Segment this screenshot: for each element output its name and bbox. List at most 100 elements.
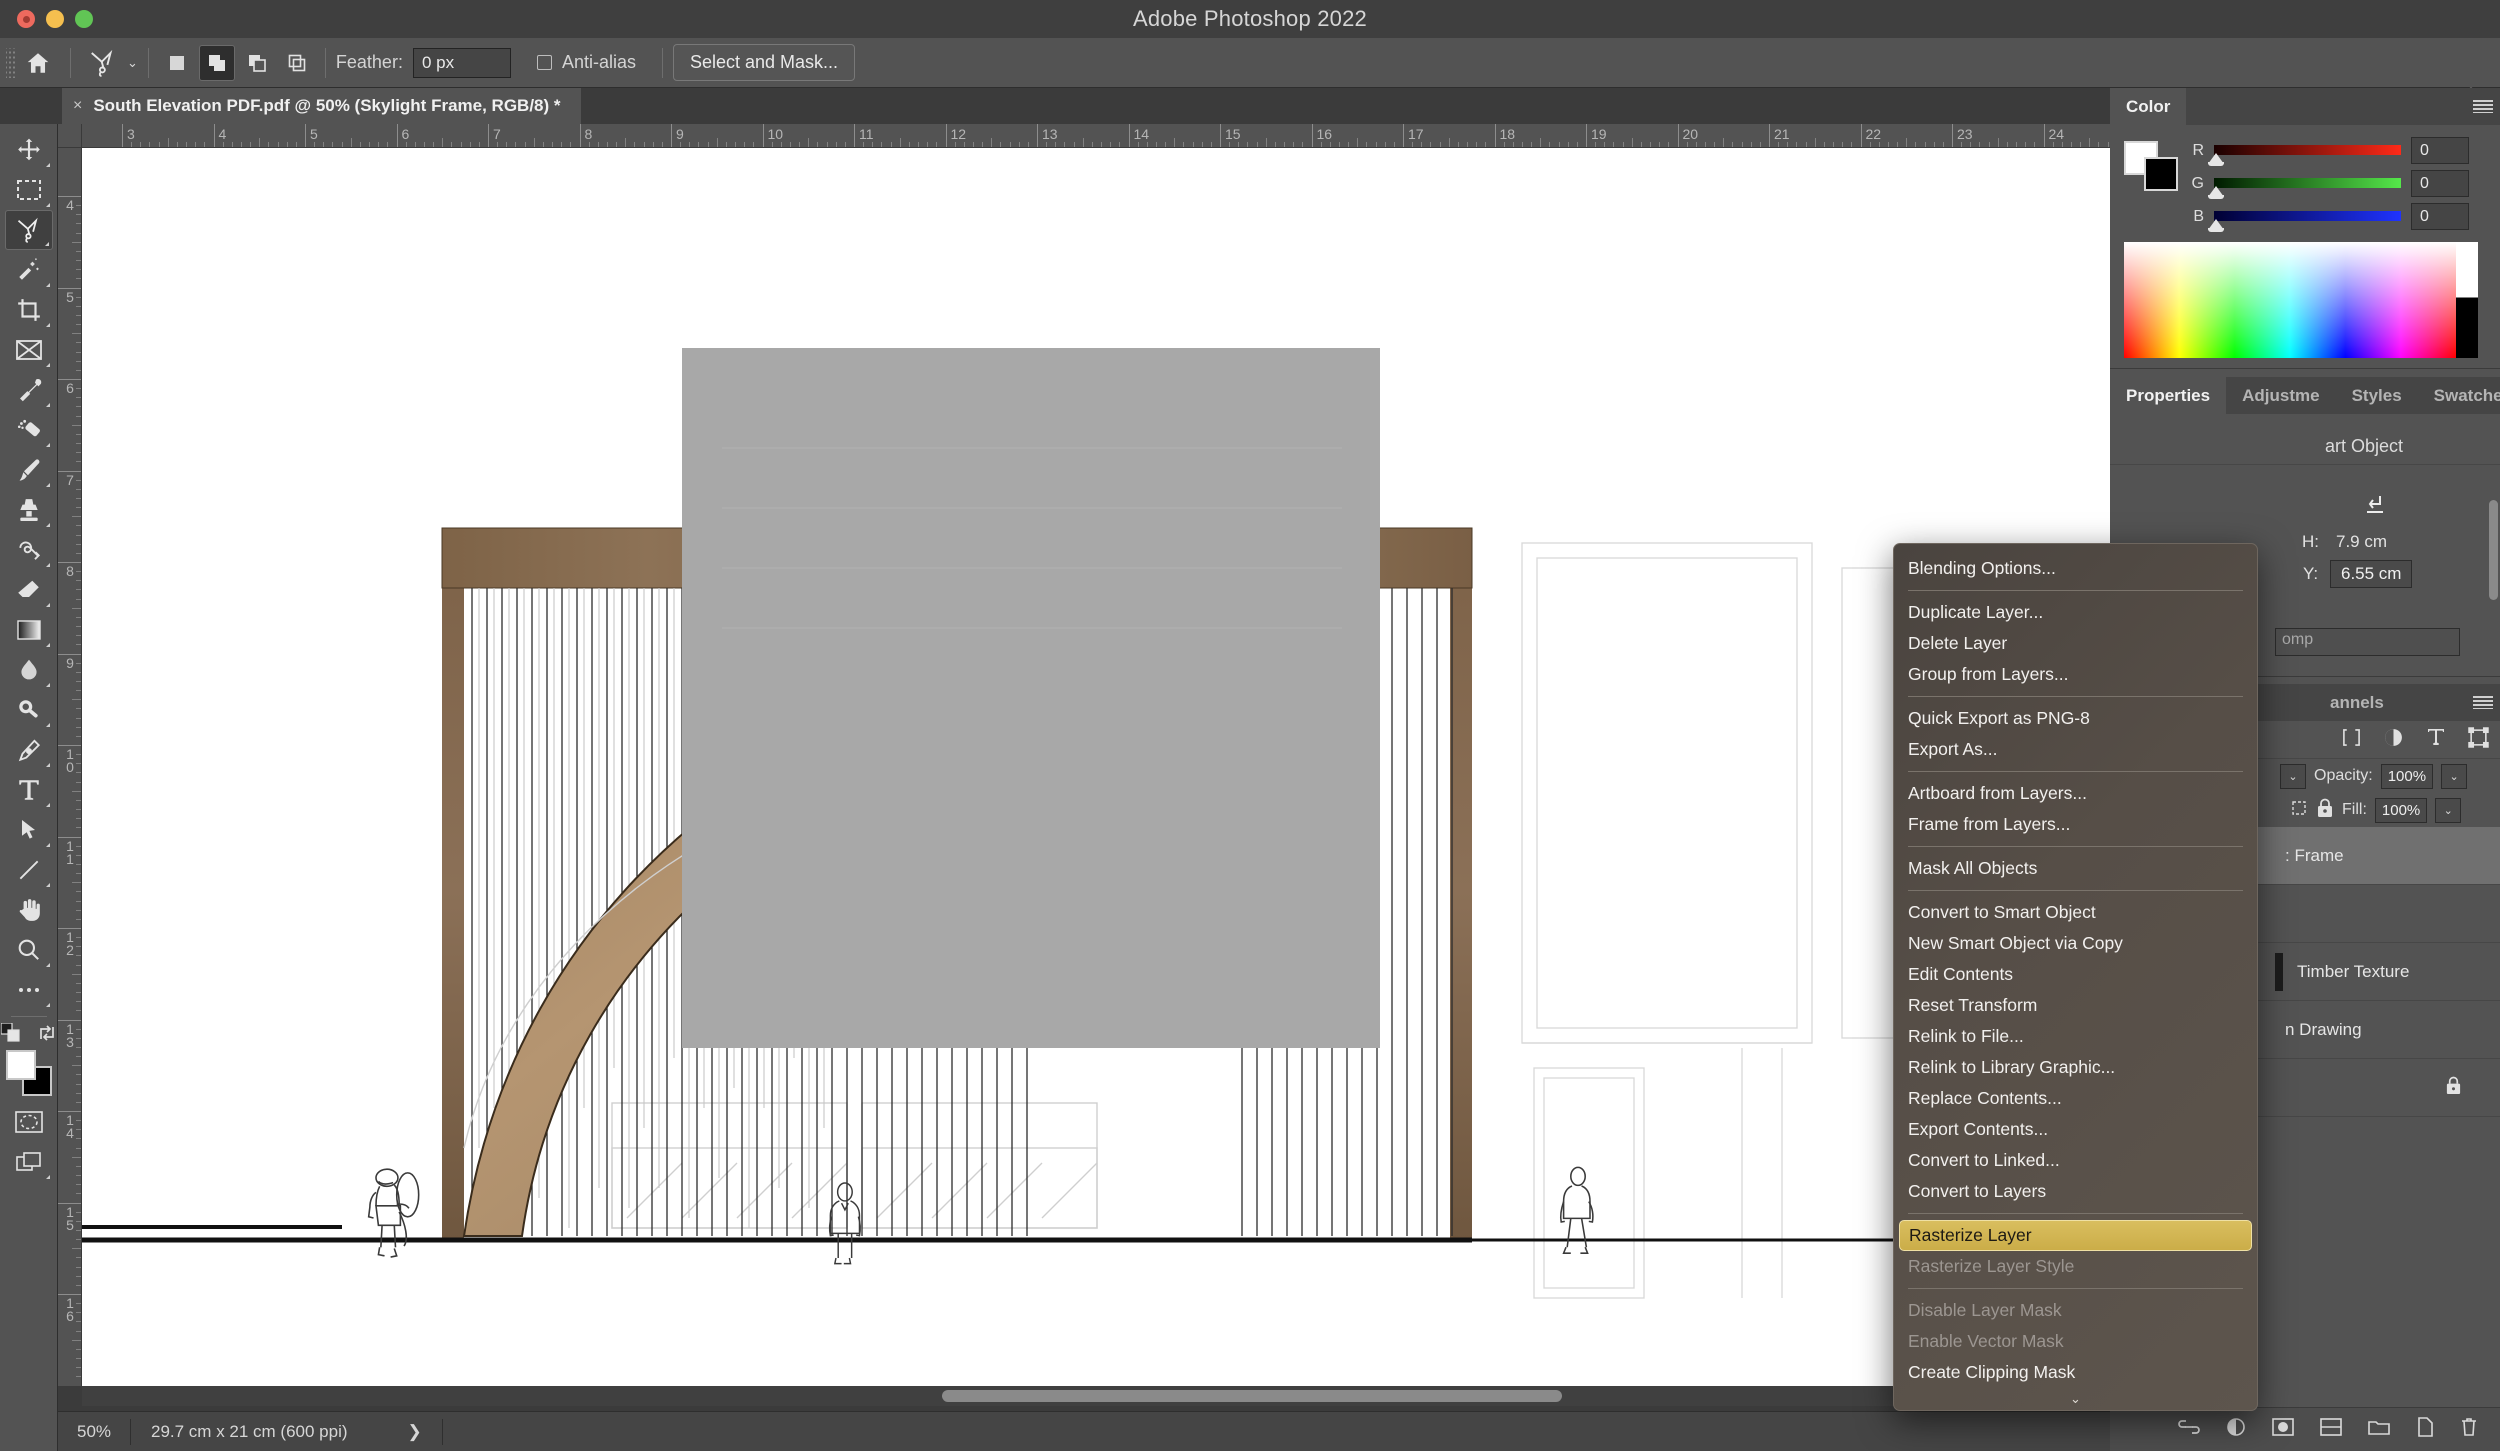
context-menu-item[interactable]: Blending Options...	[1894, 553, 2257, 584]
move-tool[interactable]	[5, 130, 53, 170]
brush-tool[interactable]	[5, 450, 53, 490]
gradient-tool[interactable]	[5, 610, 53, 650]
path-selection-tool[interactable]	[5, 810, 53, 850]
line-tool[interactable]	[5, 850, 53, 890]
fill-value[interactable]: 100%	[2374, 797, 2428, 823]
healing-brush-tool[interactable]	[5, 410, 53, 450]
context-menu-scroll-down-icon[interactable]: ⌄	[1894, 1388, 2257, 1410]
context-menu-item[interactable]: Quick Export as PNG-8	[1894, 703, 2257, 734]
context-menu-item[interactable]: Reset Transform	[1894, 990, 2257, 1021]
channel-value-g[interactable]: 0	[2411, 170, 2469, 197]
context-menu-item[interactable]: Replace Contents...	[1894, 1083, 2257, 1114]
context-menu-item[interactable]: New Smart Object via Copy	[1894, 928, 2257, 959]
tab-swatches[interactable]: Swatches	[2418, 377, 2500, 414]
feather-input[interactable]	[412, 47, 511, 78]
channel-slider-b[interactable]	[2208, 211, 2401, 232]
context-menu-item[interactable]: Edit Contents	[1894, 959, 2257, 990]
context-menu-item[interactable]: Relink to File...	[1894, 1021, 2257, 1052]
ruler-origin[interactable]	[58, 124, 82, 148]
hand-tool[interactable]	[5, 890, 53, 930]
quick-mask-icon[interactable]	[5, 1102, 53, 1142]
color-channel-r[interactable]: R 0	[2190, 137, 2486, 166]
tab-adjustments[interactable]: Adjustme	[2226, 377, 2335, 414]
canvas-hscroll-thumb[interactable]	[942, 1390, 1562, 1402]
color-channel-g[interactable]: G 0	[2190, 170, 2486, 199]
lasso-tool[interactable]	[4, 210, 53, 250]
screen-mode-icon[interactable]	[5, 1142, 53, 1182]
new-fill-adjustment-icon[interactable]	[2320, 1418, 2342, 1441]
color-panel-swatches[interactable]	[2124, 137, 2178, 193]
lock-position-icon[interactable]	[2290, 799, 2308, 822]
channel-slider-r[interactable]	[2208, 145, 2401, 166]
tab-properties[interactable]: Properties	[2110, 377, 2227, 414]
tab-color[interactable]: Color	[2110, 88, 2187, 125]
color-swatches[interactable]	[5, 1050, 52, 1096]
canvas-hscroll-track[interactable]	[82, 1386, 2110, 1406]
channel-slider-g[interactable]	[2208, 178, 2401, 199]
type-filter-icon[interactable]	[2426, 727, 2446, 752]
document-tab[interactable]: × South Elevation PDF.pdf @ 50% (Skyligh…	[62, 88, 581, 124]
subtract-from-selection-button[interactable]	[239, 45, 275, 81]
tool-preset-picker[interactable]: ⌄	[81, 41, 138, 85]
channel-value-b[interactable]: 0	[2411, 203, 2469, 230]
layer-style-icon[interactable]	[2226, 1417, 2246, 1442]
layer-lock-icon[interactable]	[2445, 1076, 2462, 1100]
zoom-tool[interactable]	[5, 930, 53, 970]
close-icon[interactable]: ×	[73, 97, 82, 115]
blur-tool[interactable]	[5, 650, 53, 690]
color-spectrum[interactable]	[2124, 242, 2456, 358]
edit-toolbar-ellipsis-icon[interactable]	[5, 970, 53, 1010]
eyedropper-tool[interactable]	[5, 370, 53, 410]
color-spectrum-field[interactable]	[2124, 242, 2486, 358]
context-menu-item[interactable]: Group from Layers...	[1894, 659, 2257, 690]
options-bar-grip[interactable]	[6, 47, 16, 78]
pixel-filter-icon[interactable]	[2342, 728, 2361, 752]
intersect-with-selection-button[interactable]	[279, 45, 315, 81]
fill-chevron[interactable]: ⌄	[2435, 797, 2462, 823]
foreground-color-swatch[interactable]	[5, 1050, 36, 1080]
crop-tool[interactable]	[5, 290, 53, 330]
lock-all-icon[interactable]	[2316, 798, 2334, 823]
status-expand-arrow-icon[interactable]: ❯	[408, 1422, 422, 1442]
chevron-down-icon[interactable]: ⌄	[127, 55, 138, 71]
context-menu-item[interactable]: Delete Layer	[1894, 628, 2257, 659]
new-group-icon[interactable]	[2368, 1418, 2390, 1441]
channel-value-r[interactable]: 0	[2411, 137, 2469, 164]
dodge-tool[interactable]	[5, 690, 53, 730]
color-spectrum-bw-strip[interactable]	[2456, 242, 2478, 358]
context-menu-item[interactable]: Export Contents...	[1894, 1114, 2257, 1145]
context-menu-item[interactable]: Convert to Layers	[1894, 1176, 2257, 1207]
default-colors-icon[interactable]	[0, 1022, 21, 1048]
opacity-chevron[interactable]: ⌄	[2441, 763, 2468, 789]
select-and-mask-button[interactable]: Select and Mask...	[672, 44, 856, 81]
rectangular-marquee-tool[interactable]	[5, 170, 53, 210]
shape-filter-icon[interactable]	[2468, 726, 2489, 753]
properties-panel-scrollbar[interactable]	[2489, 500, 2498, 600]
opacity-value[interactable]: 100%	[2380, 763, 2434, 789]
reset-transform-icon[interactable]	[2362, 492, 2388, 521]
clone-stamp-tool[interactable]	[5, 490, 53, 530]
vertical-ruler[interactable]: 4567891011121314151617	[58, 148, 82, 1386]
home-icon[interactable]	[16, 41, 60, 85]
context-menu-item[interactable]: Frame from Layers...	[1894, 809, 2257, 840]
context-menu-item[interactable]: Rasterize Layer	[1899, 1220, 2252, 1251]
frame-tool[interactable]	[5, 330, 53, 370]
layer-mask-icon[interactable]	[2272, 1418, 2294, 1441]
zoom-level[interactable]: 50%	[58, 1422, 130, 1442]
add-to-selection-button[interactable]	[198, 44, 235, 81]
context-menu-item[interactable]: Relink to Library Graphic...	[1894, 1052, 2257, 1083]
property-value-y[interactable]: 6.55 cm	[2330, 560, 2413, 588]
blend-mode-chevron[interactable]: ⌄	[2280, 763, 2306, 789]
context-menu-item[interactable]: Duplicate Layer...	[1894, 597, 2257, 628]
horizontal-ruler[interactable]: 345678910111213141516171819202122232425	[82, 124, 2110, 148]
context-menu-item[interactable]: Mask All Objects	[1894, 853, 2257, 884]
link-layers-icon[interactable]	[2178, 1418, 2200, 1441]
object-selection-tool[interactable]	[5, 250, 53, 290]
anti-alias-checkbox[interactable]	[536, 55, 552, 70]
context-menu-item[interactable]: Create Clipping Mask	[1894, 1357, 2257, 1388]
pen-tool[interactable]	[5, 730, 53, 770]
context-menu-item[interactable]: Artboard from Layers...	[1894, 778, 2257, 809]
lasso-tool-icon[interactable]	[81, 41, 125, 85]
swap-colors-icon[interactable]	[37, 1023, 57, 1048]
color-background-swatch[interactable]	[2144, 157, 2178, 191]
